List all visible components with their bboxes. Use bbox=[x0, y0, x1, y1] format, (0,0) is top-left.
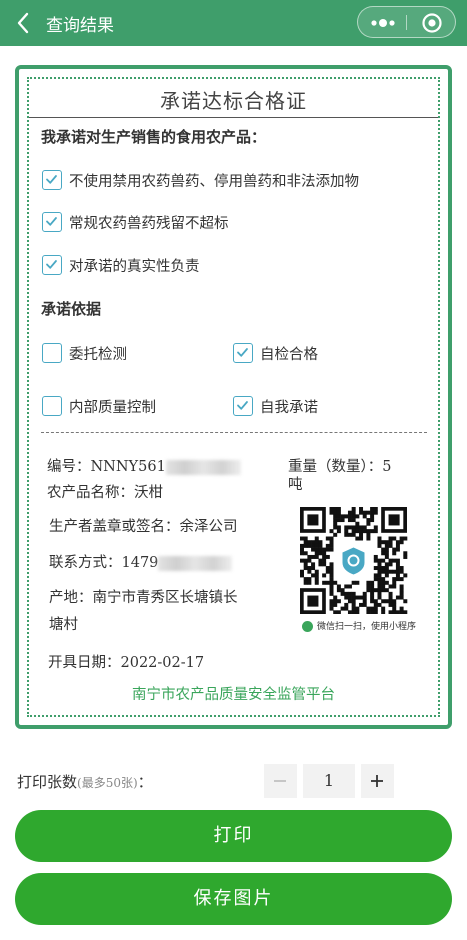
close-miniprogram-icon[interactable] bbox=[421, 12, 443, 34]
contact-info: 联系方式：1479 bbox=[49, 551, 233, 572]
weight-line2: 吨 bbox=[288, 477, 303, 493]
section-divider bbox=[41, 432, 427, 433]
increment-button[interactable] bbox=[361, 764, 394, 798]
checkmark-icon bbox=[46, 217, 57, 226]
basis-checkbox[interactable] bbox=[233, 396, 253, 416]
plus-icon bbox=[371, 775, 383, 787]
qr-center-logo bbox=[337, 544, 370, 577]
more-dots-icon[interactable] bbox=[368, 16, 398, 30]
qr-caption: 微信扫一扫，使用小程序 bbox=[317, 622, 417, 632]
basis-label: 委托检测 bbox=[69, 347, 127, 363]
basis-item-commissioned-testing[interactable]: 委托检测 bbox=[42, 343, 182, 365]
basis-checkbox[interactable] bbox=[42, 343, 62, 363]
pledge-checkbox[interactable] bbox=[42, 212, 62, 232]
platform-name: 南宁市农产品质量安全监管平台 bbox=[132, 687, 335, 703]
basis-heading: 承诺依据 bbox=[41, 300, 102, 318]
checkmark-icon bbox=[46, 175, 57, 184]
basis-item-self-inspection[interactable]: 自检合格 bbox=[233, 343, 373, 365]
quantity-input[interactable]: 1 bbox=[303, 764, 355, 798]
certificate-number: 编号：NNNY561 bbox=[47, 455, 241, 476]
wechat-icon bbox=[302, 621, 313, 632]
basis-checkbox[interactable] bbox=[233, 343, 253, 363]
capsule-divider bbox=[406, 15, 407, 30]
checkmark-icon bbox=[237, 348, 248, 357]
save-image-button[interactable]: 保存图片 bbox=[15, 873, 452, 925]
decrement-button[interactable] bbox=[264, 764, 297, 798]
origin-line2: 塘村 bbox=[49, 617, 78, 633]
pledge-label: 对承诺的真实性负责 bbox=[69, 259, 200, 275]
miniprogram-qr-code bbox=[300, 507, 408, 614]
minus-icon bbox=[274, 780, 286, 782]
checkmark-icon bbox=[46, 260, 57, 269]
print-count-colon: ： bbox=[137, 773, 153, 791]
pledge-item-no-banned-substances[interactable]: 不使用禁用农药兽药、停用兽药和非法添加物 bbox=[42, 170, 402, 192]
print-count-text: 打印张数 bbox=[17, 773, 78, 791]
miniprogram-capsule bbox=[357, 6, 456, 38]
print-count-hint: (最多50张) bbox=[77, 776, 138, 790]
certificate-number-text: 编号：NNNY561 bbox=[47, 459, 166, 475]
producer-name: 生产者盖章或签名：余泽公司 bbox=[49, 519, 238, 535]
nav-header: 查询结果 bbox=[0, 0, 467, 46]
pledge-label: 不使用禁用农药兽药、停用兽药和非法添加物 bbox=[69, 174, 359, 190]
pledge-label: 常规农药兽药残留不超标 bbox=[69, 216, 229, 232]
product-name: 农产品名称：沃柑 bbox=[47, 485, 163, 501]
pledge-checkbox[interactable] bbox=[42, 170, 62, 190]
quantity-stepper: 1 bbox=[264, 764, 394, 798]
pledge-checkbox[interactable] bbox=[42, 255, 62, 275]
redacted-blur bbox=[158, 555, 233, 571]
print-count-label: 打印张数(最多50张)： bbox=[17, 771, 153, 792]
issue-date: 开具日期：2022-02-17 bbox=[48, 655, 205, 671]
pledge-item-truthfulness[interactable]: 对承诺的真实性负责 bbox=[42, 255, 242, 277]
basis-label: 自检合格 bbox=[260, 347, 318, 363]
basis-label: 自我承诺 bbox=[260, 400, 318, 416]
pledge-item-residue-compliant[interactable]: 常规农药兽药残留不超标 bbox=[42, 212, 262, 234]
pledge-heading: 我承诺对生产销售的食用农产品： bbox=[41, 128, 267, 146]
back-arrow-icon[interactable] bbox=[14, 11, 34, 35]
contact-text: 联系方式：1479 bbox=[49, 555, 159, 571]
print-button[interactable]: 打印 bbox=[15, 810, 452, 862]
certificate-title: 承诺达标合格证 bbox=[160, 89, 307, 113]
page-title: 查询结果 bbox=[46, 16, 114, 36]
basis-item-internal-quality-control[interactable]: 内部质量控制 bbox=[42, 396, 202, 418]
basis-item-self-commitment[interactable]: 自我承诺 bbox=[233, 396, 373, 418]
checkmark-icon bbox=[237, 401, 248, 410]
basis-checkbox[interactable] bbox=[42, 396, 62, 416]
title-divider bbox=[29, 117, 438, 118]
redacted-blur bbox=[165, 459, 241, 475]
origin-line1: 产地：南宁市青秀区长塘镇长 bbox=[49, 590, 238, 606]
basis-label: 内部质量控制 bbox=[69, 400, 156, 416]
weight-line1: 重量（数量）：5 bbox=[288, 459, 392, 475]
